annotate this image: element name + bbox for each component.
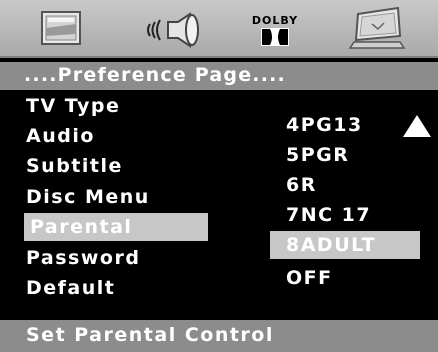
menu-item-password[interactable]: Password (26, 244, 140, 272)
option-5pgr[interactable]: 5PGR (286, 141, 349, 169)
audio-icon[interactable] (144, 6, 208, 50)
menu-item-default[interactable]: Default (26, 274, 115, 302)
page-title-bar: ....Preference Page.... (0, 62, 438, 90)
dolby-icon[interactable]: DOLBY (244, 6, 306, 50)
page-title: ....Preference Page.... (24, 64, 286, 86)
dvd-setup-screen: DOLBY ....Preference Page.... TV Type Au… (0, 0, 438, 352)
up-arrow-icon[interactable] (402, 114, 432, 138)
menu-item-tv-type[interactable]: TV Type (26, 92, 120, 120)
dolby-label: DOLBY (251, 14, 299, 27)
tv-setup-icon[interactable] (34, 6, 90, 50)
menu-item-disc-menu[interactable]: Disc Menu (26, 183, 150, 211)
option-6r[interactable]: 6R (286, 171, 317, 199)
status-text: Set Parental Control (26, 324, 274, 346)
menu-item-subtitle[interactable]: Subtitle (26, 152, 123, 180)
option-8adult[interactable]: 8ADULT (270, 231, 420, 259)
dolby-double-d-icon (261, 28, 289, 46)
option-7nc17[interactable]: 7NC 17 (286, 201, 371, 229)
display-icon[interactable] (346, 6, 408, 50)
setup-icon-bar: DOLBY (0, 0, 438, 58)
status-bar: Set Parental Control (0, 320, 438, 352)
menu-item-audio[interactable]: Audio (26, 122, 95, 150)
option-off[interactable]: OFF (286, 264, 333, 292)
option-4pg13[interactable]: 4PG13 (286, 111, 363, 139)
menu-item-parental[interactable]: Parental (24, 213, 208, 241)
